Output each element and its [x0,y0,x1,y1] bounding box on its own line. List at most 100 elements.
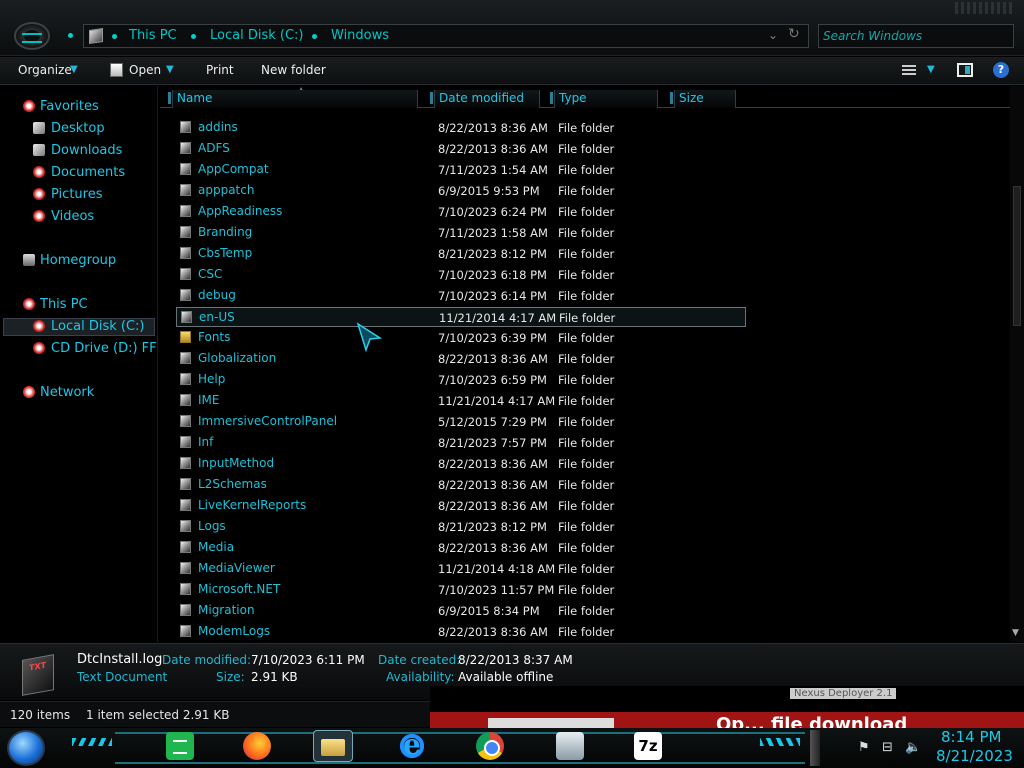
start-button[interactable] [7,730,45,766]
nav-homegroup[interactable]: Homegroup [40,253,116,268]
file-date-modified: 5/12/2015 7:29 PM [438,415,547,429]
table-row[interactable]: MediaViewer 11/21/2014 4:18 AM File folder [176,559,746,579]
folder-icon [180,163,191,175]
open-button[interactable]: Open [129,63,161,77]
column-header-size[interactable]: Size [670,90,736,108]
seven-zip-icon[interactable]: 7z [634,732,662,760]
flag-icon[interactable]: ⚑ [858,740,870,755]
table-row[interactable]: debug 7/10/2023 6:14 PM File folder [176,286,746,306]
table-row[interactable]: LiveKernelReports 8/22/2013 8:36 AM File f… [176,496,746,516]
file-type: File folder [558,478,615,492]
internet-explorer-icon[interactable] [398,728,426,761]
file-name: Inf [198,435,214,449]
background-window[interactable]: Nexus Deployer 2.1 Op... file download [430,686,1024,735]
help-icon[interactable]: ? [993,62,1009,78]
nav-pictures[interactable]: Pictures [51,187,102,202]
network-icon [23,386,35,398]
file-name: MediaViewer [198,561,275,575]
print-button[interactable]: Print [206,63,234,77]
table-row[interactable]: Branding 7/11/2023 1:58 AM File folder [176,223,746,243]
background-window-titlebar: Nexus Deployer 2.1 [430,686,1024,712]
column-header-name[interactable]: Name [168,90,418,108]
table-row[interactable]: Globalization 8/22/2013 8:36 AM File folde… [176,349,746,369]
firefox-icon[interactable] [243,732,271,760]
preview-pane-icon[interactable] [957,63,973,77]
back-forward-icon[interactable] [14,22,50,50]
table-row[interactable]: ImmersiveControlPanel 5/12/2015 7:29 PM Fi… [176,412,746,432]
folder-icon [89,28,103,44]
nav-documents[interactable]: Documents [51,165,125,180]
table-row[interactable]: Media 8/22/2013 8:36 AM File folder [176,538,746,558]
organize-button[interactable]: Organize [18,63,72,77]
file-date-modified: 11/21/2014 4:17 AM [439,311,557,325]
table-row[interactable]: IME 11/21/2014 4:17 AM File folder [176,391,746,411]
volume-icon[interactable]: 🔈 [905,740,921,755]
table-row[interactable]: Help 7/10/2023 6:59 PM File folder [176,370,746,390]
nav-network[interactable]: Network [40,385,94,400]
file-explorer-icon[interactable] [313,730,353,762]
folder-icon [180,205,191,217]
table-row[interactable]: en-US 11/21/2014 4:17 AM File folder [176,307,746,327]
table-row[interactable]: InputMethod 8/22/2013 8:36 AM File folder [176,454,746,474]
breadcrumb-local-disk[interactable]: Local Disk (C:) [210,28,303,43]
nav-cd-drive[interactable]: CD Drive (D:) FF7D [51,341,157,356]
file-type: File folder [558,289,615,303]
table-row[interactable]: AppCompat 7/11/2023 1:54 AM File folder [176,160,746,180]
file-type: File folder [558,184,615,198]
table-row[interactable]: ModemLogs 8/22/2013 8:36 AM File folder [176,622,746,642]
decorative-arrows [760,738,800,746]
file-date-modified: 8/22/2013 8:36 AM [438,478,548,492]
table-row[interactable]: Inf 8/21/2023 7:57 PM File folder [176,433,746,453]
notes-app-icon[interactable] [166,732,194,760]
vertical-scrollbar[interactable]: ▼ [1010,86,1024,642]
text-file-icon: TXT [22,654,54,696]
table-row[interactable]: apppatch 6/9/2015 9:53 PM File folder [176,181,746,201]
recent-locations-icon[interactable] [68,33,73,38]
refresh-icon[interactable]: ↻ [788,26,800,42]
scroll-down-arrow-icon[interactable]: ▼ [1012,628,1019,638]
cd-drive-icon [33,342,45,354]
nav-desktop[interactable]: Desktop [51,121,105,136]
file-name: InputMethod [198,456,275,470]
chevron-down-icon[interactable]: ⌄ [768,28,778,42]
background-window-panel [488,718,614,728]
file-name: Logs [198,519,226,533]
clock-date[interactable]: 8/21/2023 [936,747,1013,765]
nav-favorites[interactable]: Favorites [40,99,99,114]
network-tray-icon[interactable]: ⊟ [882,740,893,755]
search-box[interactable] [818,24,1014,48]
table-row[interactable]: AppReadiness 7/10/2023 6:24 PM File folder [176,202,746,222]
table-row[interactable]: Microsoft.NET 7/10/2023 11:57 PM File fold… [176,580,746,600]
table-row[interactable]: CbsTemp 8/21/2023 8:12 PM File folder [176,244,746,264]
nav-videos[interactable]: Videos [51,209,94,224]
breadcrumb-windows[interactable]: Windows [331,28,389,43]
chevron-down-icon[interactable]: ▼ [166,64,174,75]
search-input[interactable] [823,28,1009,44]
new-folder-button[interactable]: New folder [261,63,326,77]
breadcrumb-this-pc[interactable]: This PC [129,28,177,43]
chrome-icon[interactable] [476,732,504,760]
chevron-down-icon[interactable]: ▼ [70,64,78,75]
column-headers: ▲ Name Date modified Type Size [160,85,1010,108]
table-row[interactable]: Logs 8/21/2023 8:12 PM File folder [176,517,746,537]
nav-local-disk[interactable]: Local Disk (C:) [51,319,144,334]
nav-downloads[interactable]: Downloads [51,143,122,158]
clock-time[interactable]: 8:14 PM [941,728,1001,746]
column-header-type[interactable]: Type [550,90,658,108]
drive-icon [33,320,45,332]
table-row[interactable]: CSC 7/10/2023 6:18 PM File folder [176,265,746,285]
show-desktop-button[interactable] [810,730,820,766]
table-row[interactable]: ADFS 8/22/2013 8:36 AM File folder [176,139,746,159]
address-bar[interactable]: This PC Local Disk (C:) Windows ⌄ ↻ [83,24,809,48]
table-row[interactable]: Migration 6/9/2015 8:34 PM File folder [176,601,746,621]
nav-this-pc[interactable]: This PC [40,297,88,312]
resource-monitor-icon[interactable] [556,732,584,760]
chevron-down-icon[interactable]: ▼ [927,64,935,75]
column-header-date-modified[interactable]: Date modified [430,90,540,108]
table-row[interactable]: Fonts 7/10/2023 6:39 PM File folder [176,328,746,348]
scrollbar-thumb[interactable] [1013,186,1021,326]
folder-icon [180,499,191,511]
table-row[interactable]: addins 8/22/2013 8:36 AM File folder [176,118,746,138]
table-row[interactable]: L2Schemas 8/22/2013 8:36 AM File folder [176,475,746,495]
view-options-icon[interactable] [902,65,916,76]
